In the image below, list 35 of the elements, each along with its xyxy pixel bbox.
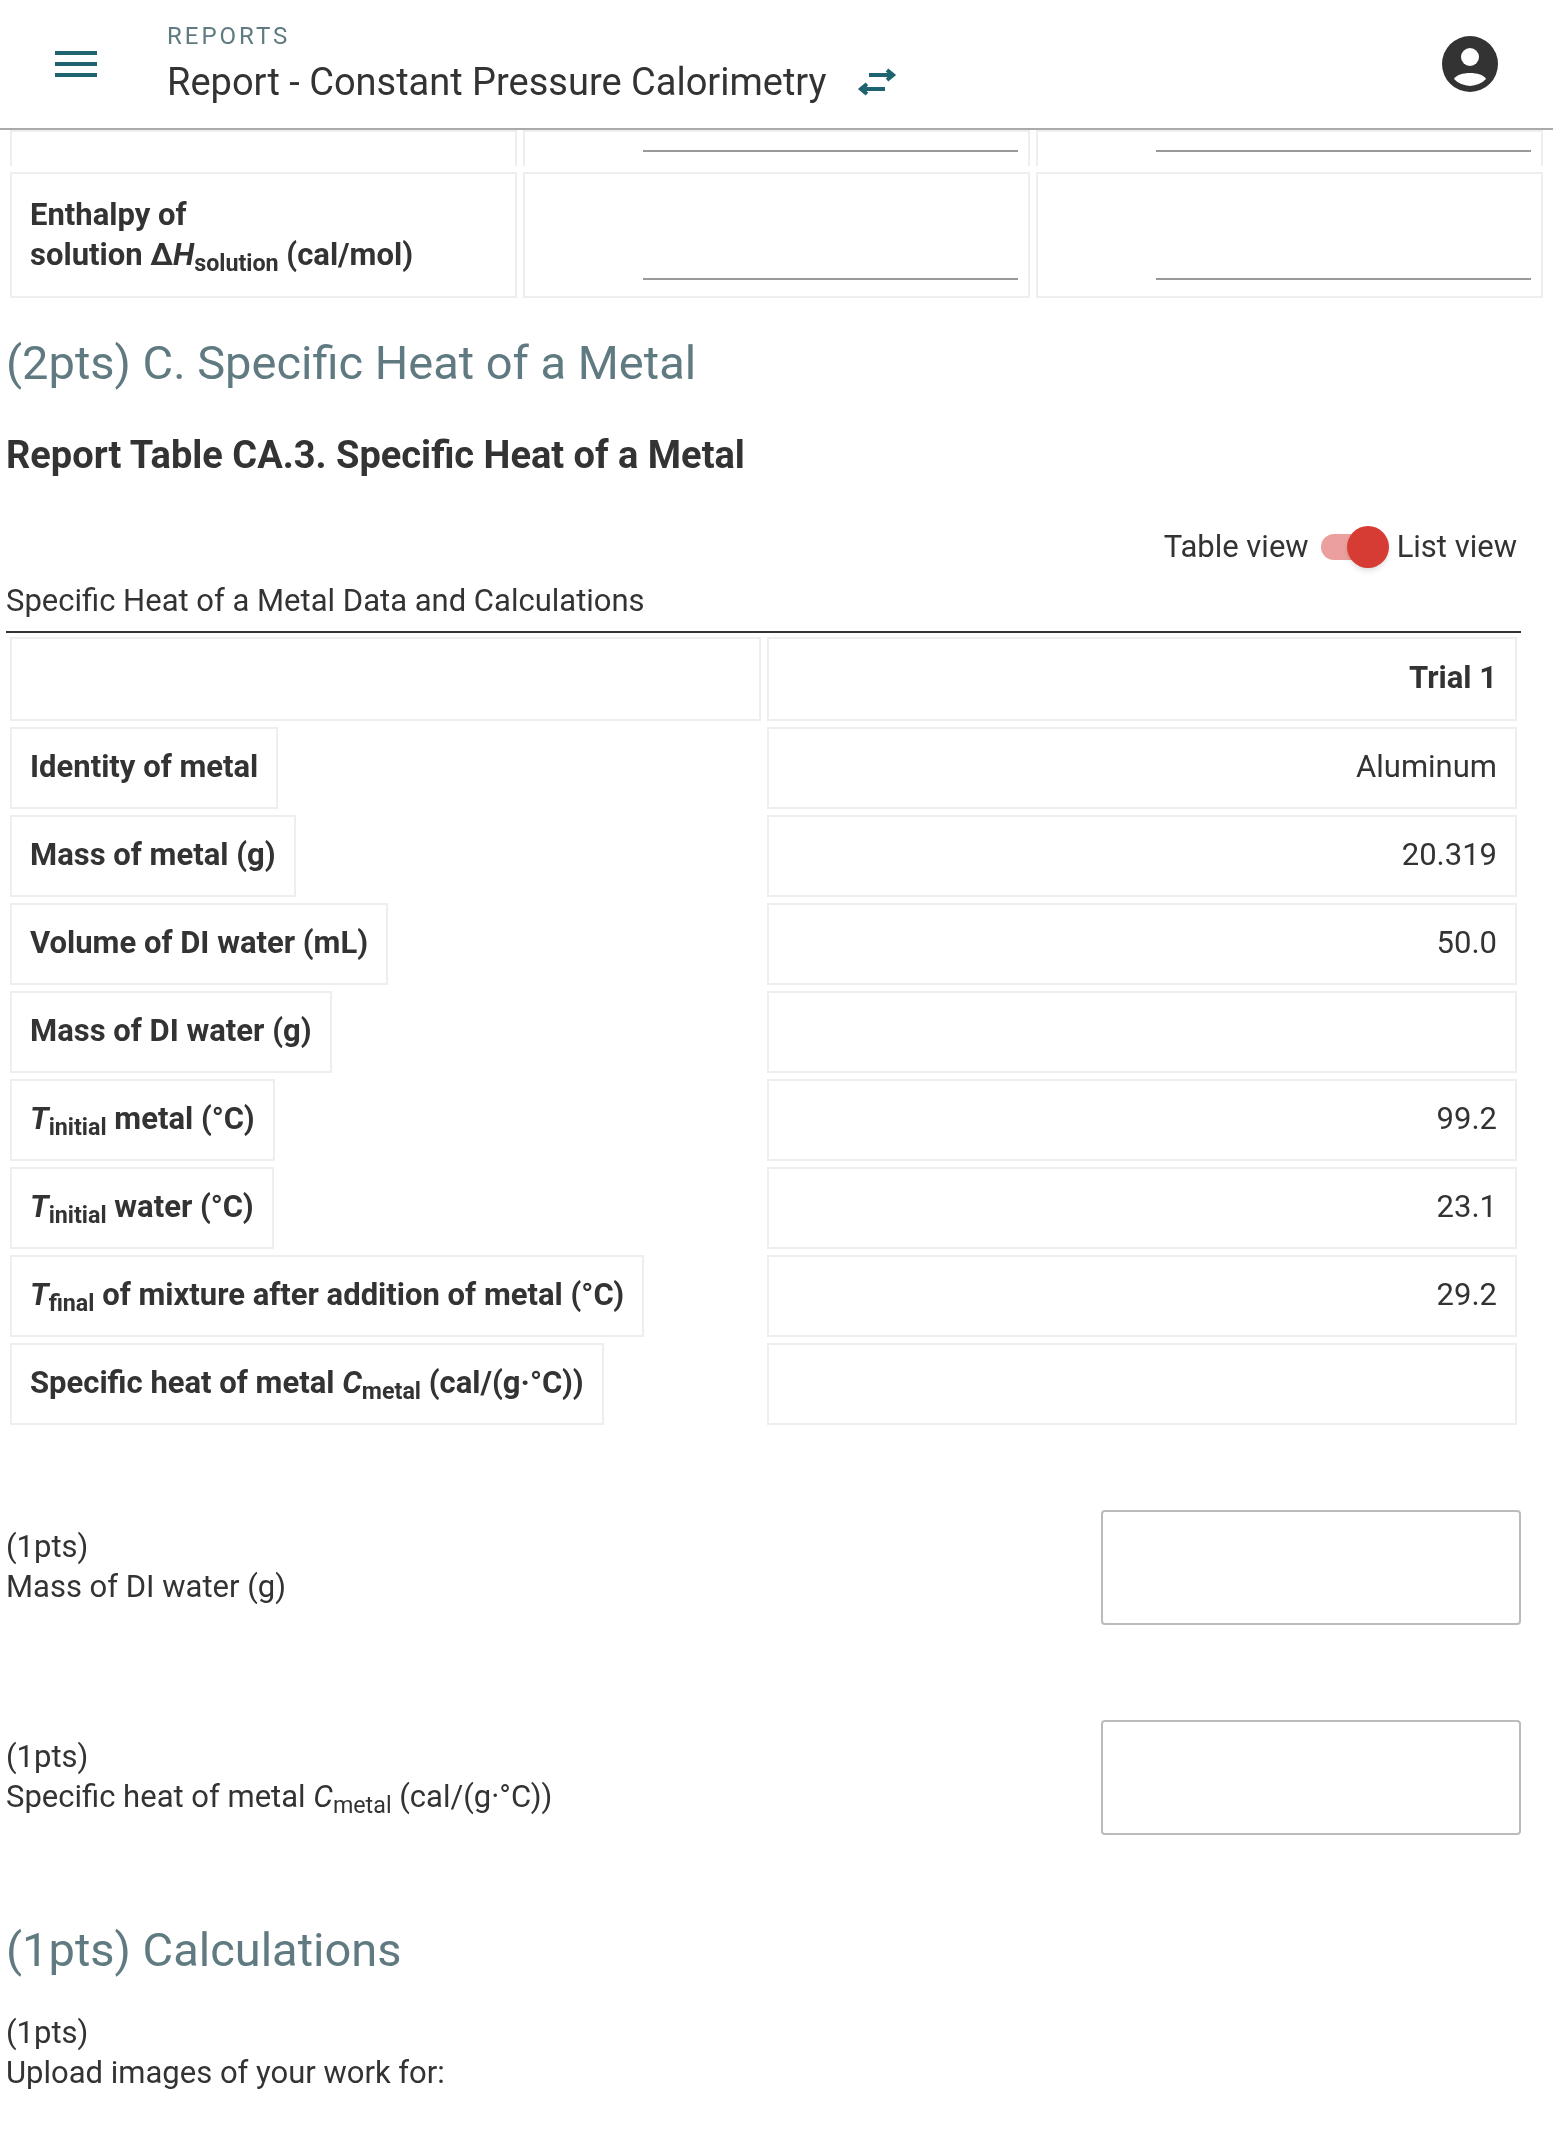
account-icon[interactable] — [1442, 36, 1498, 92]
question-label: Mass of DI water (g) — [6, 1567, 286, 1607]
points-label: (1pts) — [6, 2013, 90, 2053]
row-label: T$_{final}$ of mixture after addition of metal (°C) — [10, 1254, 645, 1337]
points-label: (1pts) — [6, 1737, 90, 1777]
table-title: Report Table CA.3. Specific Heat of a Metal — [6, 431, 746, 479]
table-cell: 99.2 — [766, 1078, 1517, 1161]
points-label: (1pts) — [6, 1527, 90, 1567]
table-cell: 29.2 — [766, 1254, 1517, 1337]
section-heading: (1pts) Calculations — [6, 1920, 403, 1979]
page-overline: REPORTS — [167, 20, 292, 52]
upload-instructions: Upload images of your work for: — [6, 2053, 446, 2093]
table-caption: Specific Heat of a Metal Data and Calculations — [6, 578, 1521, 633]
question-label: Specific heat of metal C$_{metal}$ (cal/(g·°C)) — [6, 1777, 553, 1817]
table-cell: 50.0 — [766, 902, 1517, 985]
row-label: Specific heat of metal C$_{metal}$ (cal/(g·°C)) — [10, 1342, 604, 1425]
toggle-label: List view — [1396, 526, 1517, 567]
row-label: Mass of metal (g) — [10, 814, 296, 897]
swap-arrows-icon[interactable] — [856, 67, 897, 97]
toggle-label: Table view — [1163, 526, 1309, 567]
page-title: Report - Constant Pressure Calorimetry — [167, 58, 827, 106]
table-cell: 23.1 — [766, 1166, 1517, 1249]
row-label: T$_{initial}$ water (°C) — [10, 1166, 274, 1249]
row-label: Volume of DI water (mL) — [10, 902, 389, 985]
table-cell: 20.319 — [766, 814, 1517, 897]
section-heading: (2pts) C. Specific Heat of a Metal — [6, 334, 698, 392]
answer-box[interactable] — [1101, 1509, 1521, 1625]
row-label: Identity of metal — [10, 726, 279, 809]
row-label: Enthalpy of solution ΔH$_{solution}$ (cal/mol) — [10, 172, 517, 298]
row-label: Mass of DI water (g) — [10, 990, 332, 1073]
menu-icon[interactable] — [55, 49, 97, 79]
row-label: T$_{initial}$ metal (°C) — [10, 1078, 275, 1161]
table-cell: Aluminum — [766, 726, 1517, 809]
answer-box[interactable] — [1101, 1719, 1521, 1835]
column-header: Trial 1 — [766, 636, 1517, 721]
